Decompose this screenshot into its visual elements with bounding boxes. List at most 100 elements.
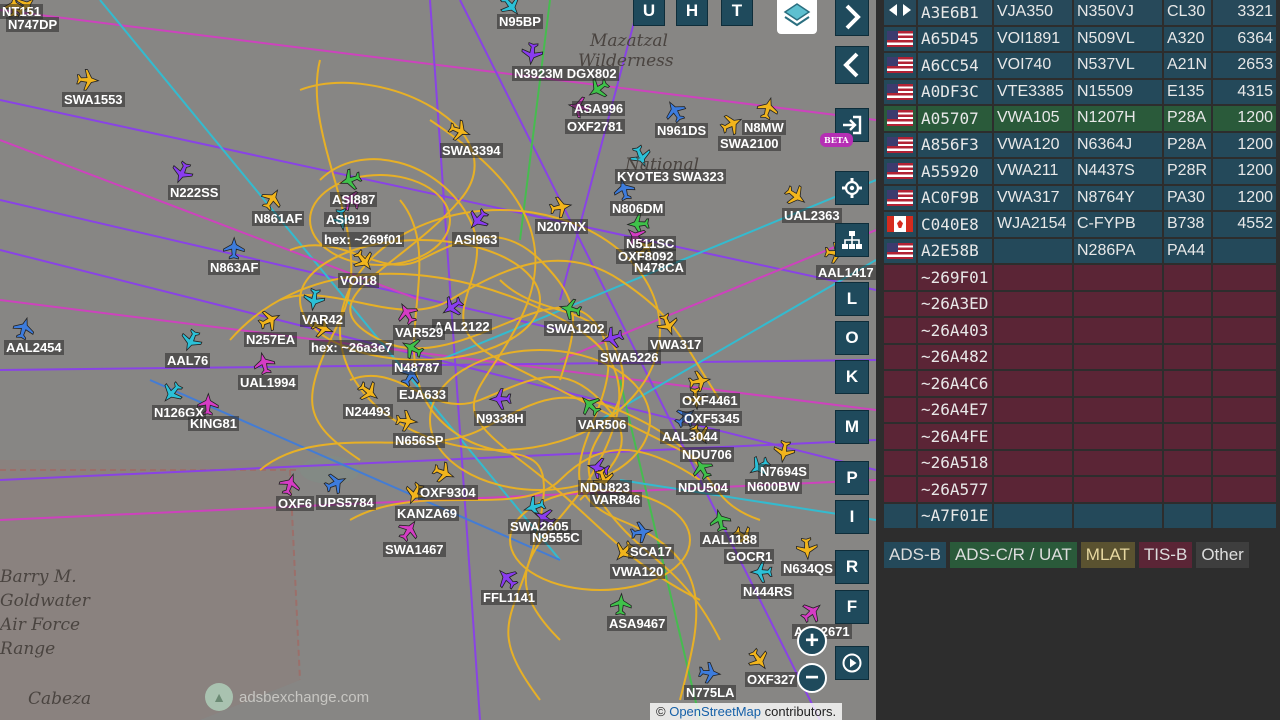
plane-icon[interactable]: [708, 508, 733, 533]
aircraft-label[interactable]: OXF327: [745, 672, 798, 687]
aircraft-label[interactable]: NDU706: [680, 447, 734, 462]
plane-icon[interactable]: [749, 561, 773, 583]
aircraft-label[interactable]: hex: ~269f01: [322, 232, 405, 247]
aircraft-label[interactable]: N747DP: [6, 17, 60, 32]
aircraft-row[interactable]: ~26A482: [884, 344, 1276, 369]
plane-icon[interactable]: [157, 378, 187, 408]
aircraft-row[interactable]: A3E6B1 VJA350 N350VJ CL30 3321: [884, 0, 1276, 25]
aircraft-label[interactable]: SWA5226: [598, 350, 661, 365]
aircraft-label[interactable]: hex: ~26a3e7: [309, 340, 395, 355]
settings-button[interactable]: [835, 171, 869, 205]
toggle-p-button[interactable]: P: [835, 461, 869, 495]
zoom-out-button[interactable]: −: [797, 663, 827, 693]
aircraft-label[interactable]: AAL76: [165, 353, 211, 368]
aircraft-label[interactable]: N806DM: [610, 201, 666, 216]
toggle-k-button[interactable]: K: [835, 360, 869, 394]
aircraft-label[interactable]: VAR529: [393, 325, 446, 340]
aircraft-label[interactable]: ASI919: [324, 212, 372, 227]
aircraft-label[interactable]: SWA1553: [62, 92, 125, 107]
aircraft-row[interactable]: ~269F01: [884, 265, 1276, 290]
aircraft-row[interactable]: A2E58B N286PA PA44: [884, 238, 1276, 263]
aircraft-row[interactable]: A0DF3C VTE3385 N15509 E135 4315: [884, 79, 1276, 104]
aircraft-row[interactable]: ~26A4FE: [884, 424, 1276, 449]
stats-button[interactable]: [835, 223, 869, 257]
plane-icon[interactable]: [337, 167, 364, 193]
plane-icon[interactable]: [781, 181, 810, 210]
aircraft-label[interactable]: N444RS: [741, 584, 795, 599]
aircraft-label[interactable]: OXF5345: [682, 411, 742, 426]
aircraft-label[interactable]: N257EA: [244, 332, 298, 347]
aircraft-label[interactable]: ASA9467: [607, 616, 668, 631]
aircraft-row[interactable]: A856F3 VWA120 N6364J P28A 1200: [884, 132, 1276, 157]
aircraft-label[interactable]: SWA3394: [440, 143, 503, 158]
aircraft-label[interactable]: SWA2100: [718, 136, 781, 151]
plane-icon[interactable]: [354, 377, 383, 406]
aircraft-label[interactable]: VAR506: [576, 417, 629, 432]
aircraft-label[interactable]: KANZA69: [395, 506, 459, 521]
aircraft-label[interactable]: N3923M DGX802: [512, 66, 619, 81]
aircraft-label[interactable]: SWA1202: [544, 321, 607, 336]
aircraft-row[interactable]: ~26A403: [884, 318, 1276, 343]
aircraft-row[interactable]: A55920 VWA211 N4437S P28R 1200: [884, 159, 1276, 184]
aircraft-label[interactable]: N8MW: [742, 120, 786, 135]
aircraft-label[interactable]: ASI963: [452, 232, 500, 247]
aircraft-row[interactable]: C040E8 WJA2154 C-FYPB B738 4552: [884, 212, 1276, 237]
replay-button[interactable]: [835, 646, 869, 680]
aircraft-label[interactable]: KING81: [188, 416, 239, 431]
swap-arrows-icon[interactable]: [887, 2, 913, 18]
plane-icon[interactable]: [744, 645, 773, 674]
aircraft-row[interactable]: ~26A577: [884, 477, 1276, 502]
toggle-r-button[interactable]: R: [835, 550, 869, 584]
aircraft-label[interactable]: ASI887: [330, 192, 378, 207]
aircraft-label[interactable]: SCA17: [628, 544, 674, 559]
plane-icon[interactable]: [302, 287, 326, 312]
aircraft-label[interactable]: UPS5784: [316, 495, 376, 510]
aircraft-row[interactable]: ~26A518: [884, 450, 1276, 475]
plane-icon[interactable]: [177, 327, 205, 355]
aircraft-label[interactable]: OXF9304: [418, 485, 478, 500]
plane-icon[interactable]: [251, 350, 276, 376]
toggle-u-button[interactable]: U: [633, 0, 665, 26]
plane-icon[interactable]: [488, 388, 512, 410]
aircraft-label[interactable]: AAL2454: [4, 340, 64, 355]
plane-icon[interactable]: [11, 315, 37, 341]
aircraft-label[interactable]: OXF2781: [565, 119, 625, 134]
aircraft-label[interactable]: N775LA: [684, 685, 737, 700]
aircraft-label[interactable]: UAL2363: [782, 208, 842, 223]
zoom-in-button[interactable]: +: [797, 626, 827, 656]
toggle-f-button[interactable]: F: [835, 590, 869, 624]
plane-icon[interactable]: [168, 159, 196, 187]
aircraft-label[interactable]: VOI18: [338, 273, 379, 288]
plane-icon[interactable]: [76, 68, 100, 91]
aircraft-label[interactable]: AAL1417: [816, 265, 876, 280]
toggle-h-button[interactable]: H: [676, 0, 708, 26]
aircraft-label[interactable]: ASA996: [572, 101, 626, 116]
plane-icon[interactable]: [795, 537, 818, 561]
toggle-m-button[interactable]: M: [835, 410, 869, 444]
plane-icon[interactable]: [395, 409, 419, 433]
aircraft-label[interactable]: N222SS: [168, 185, 221, 200]
toggle-t-button[interactable]: T: [721, 0, 753, 26]
plane-icon[interactable]: [492, 563, 522, 593]
aircraft-label[interactable]: N9555C: [530, 530, 582, 545]
aircraft-label[interactable]: SWA1467: [383, 542, 446, 557]
aircraft-label[interactable]: KYOTE3 SWA323: [615, 169, 726, 184]
toggle-o-button[interactable]: O: [835, 321, 869, 355]
aircraft-row[interactable]: ~26A3ED: [884, 291, 1276, 316]
aircraft-row[interactable]: ~26A4E7: [884, 397, 1276, 422]
aircraft-row[interactable]: ~26A4C6: [884, 371, 1276, 396]
aircraft-row[interactable]: A6CC54 VOI740 N537VL A21N 2653: [884, 53, 1276, 78]
aircraft-label[interactable]: OXF4461: [680, 393, 740, 408]
collapse-left-button[interactable]: [835, 46, 869, 84]
plane-icon[interactable]: [797, 597, 827, 627]
aircraft-label[interactable]: N48787: [392, 360, 442, 375]
aircraft-label[interactable]: N24493: [343, 404, 393, 419]
aircraft-label[interactable]: N861AF: [252, 211, 305, 226]
aircraft-label[interactable]: FFL1141: [481, 590, 538, 605]
aircraft-row[interactable]: ~A7F01E: [884, 503, 1276, 528]
aircraft-label[interactable]: N600BW: [745, 479, 802, 494]
plane-icon[interactable]: [520, 41, 544, 66]
plane-icon[interactable]: [698, 661, 722, 684]
aircraft-label[interactable]: VWA120: [610, 564, 666, 579]
aircraft-label[interactable]: N961DS: [655, 123, 709, 138]
